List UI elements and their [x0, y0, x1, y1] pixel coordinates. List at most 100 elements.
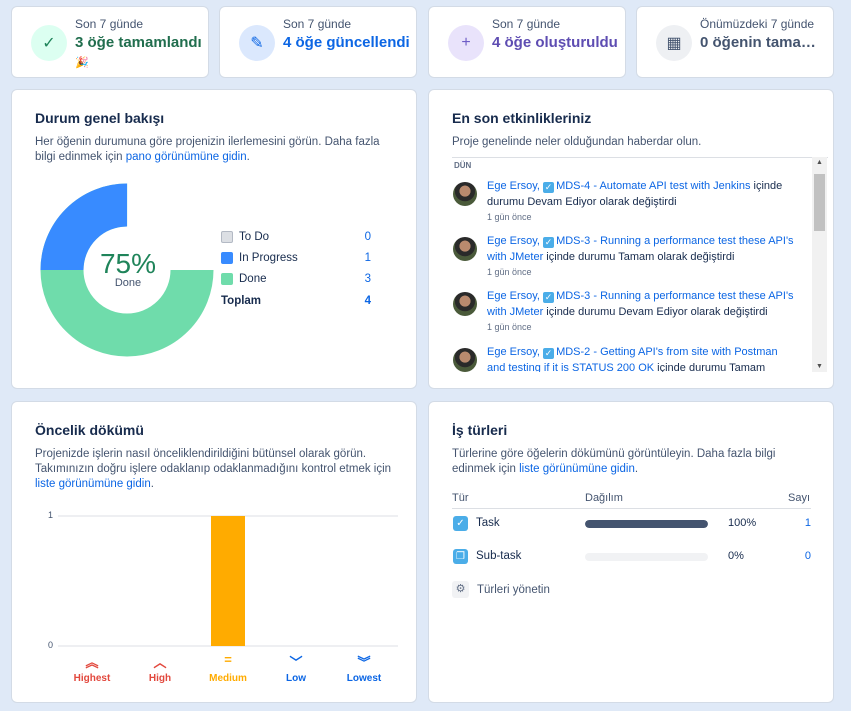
activity-text: Ege Ersoy, ✓ MDS-2 - Getting API's from s… — [487, 344, 797, 372]
avatar[interactable] — [453, 348, 477, 372]
activity-detail: içinde durumu Devam Ediyor olarak değişt… — [543, 306, 768, 318]
gear-icon: ⚙ — [452, 581, 469, 598]
percentage: 100% — [728, 517, 757, 529]
manage-types-button[interactable]: ⚙ Türleri yönetin — [452, 581, 550, 598]
y-tick-label: 0 — [48, 640, 54, 650]
panel-title: Durum genel bakışı — [35, 110, 165, 126]
high-icon: ︿ — [153, 655, 167, 670]
distribution-fill — [585, 520, 708, 528]
panel-title: İş türleri — [452, 422, 508, 438]
stat-value: 4 öğe oluşturuldu — [492, 34, 618, 51]
stat-card-created[interactable]: + Son 7 günde 4 öğe oluşturuldu — [428, 6, 626, 78]
medium-icon: = — [224, 652, 232, 667]
legend-item-done[interactable]: Done 3 — [221, 273, 371, 285]
legend-swatch — [221, 273, 233, 285]
legend-item-in-progress[interactable]: In Progress 1 — [221, 252, 371, 264]
status-overview-panel: Durum genel bakışı Her öğenin durumuna g… — [11, 89, 417, 389]
check-icon: ✓ — [31, 25, 67, 61]
avatar[interactable] — [453, 237, 477, 261]
stat-value: 4 öğe güncellendi — [283, 34, 410, 51]
table-row-task[interactable]: ✓ Task 100% 1 — [452, 514, 811, 534]
scroll-up-arrow-icon[interactable]: ▲ — [812, 159, 827, 166]
manage-types-label: Türleri yönetin — [477, 583, 550, 596]
donut-center-label: Done — [114, 277, 142, 289]
panel-description: Türlerine göre öğelerin dökümünü görüntü… — [452, 447, 812, 477]
list-view-link[interactable]: liste görünümüne gidin — [519, 463, 635, 475]
avatar[interactable] — [453, 182, 477, 206]
task-icon: ✓ — [543, 237, 555, 248]
stat-label: Son 7 günde — [75, 17, 144, 31]
scrollbar-thumb[interactable] — [814, 174, 825, 231]
activity-text: Ege Ersoy, ✓ MDS-3 - Running a performanc… — [487, 233, 797, 265]
activity-scrollbar[interactable]: ▲ ▼ — [812, 157, 827, 372]
stat-label: Önümüzdeki 7 günde — [700, 17, 815, 31]
highest-icon: ︽ — [85, 655, 99, 670]
issue-link[interactable]: MDS-4 - Automate API test with Jenkins — [556, 180, 750, 192]
panel-description: Projenizde işlerin nasıl önceliklendiril… — [35, 447, 405, 492]
activity-text: Ege Ersoy, ✓ MDS-4 - Automate API test wi… — [487, 178, 797, 210]
scroll-down-arrow-icon[interactable]: ▼ — [812, 363, 827, 370]
activity-text: Ege Ersoy, ✓ MDS-3 - Running a performanc… — [487, 288, 797, 320]
timestamp: 1 gün önce — [487, 322, 532, 332]
task-icon: ✓ — [543, 182, 555, 193]
description-end: . — [634, 463, 639, 475]
legend-label: To Do — [239, 231, 270, 243]
type-name: Task — [476, 517, 500, 529]
panel-title: Öncelik dökümü — [35, 422, 144, 438]
stat-label: Son 7 günde — [492, 17, 561, 31]
stat-card-due[interactable]: ▦ Önümüzdeki 7 günde 0 öğenin tamamlanma… — [636, 6, 834, 78]
legend-total: Toplam 4 — [221, 295, 371, 307]
donut-center-percent: 75% — [99, 248, 157, 279]
legend-item-todo[interactable]: To Do 0 — [221, 231, 371, 243]
timestamp: 1 gün önce — [487, 212, 532, 222]
description-end: . — [150, 478, 154, 490]
priority-label-low[interactable]: Low — [266, 673, 326, 684]
legend-label: Done — [239, 273, 267, 285]
priority-breakdown-panel: Öncelik dökümü Projenizde işlerin nasıl … — [11, 401, 417, 703]
party-icon: 🎉 — [75, 57, 89, 69]
description-end: . — [246, 151, 250, 163]
table-row-subtask[interactable]: ❐ Sub-task 0% 0 — [452, 547, 811, 567]
activity-feed[interactable]: DÜN Ege Ersoy, ✓ MDS-4 - Automate API tes… — [452, 157, 828, 372]
legend-swatch — [221, 252, 233, 264]
percentage: 0% — [728, 550, 744, 562]
subtask-icon: ❐ — [453, 549, 468, 564]
task-icon: ✓ — [543, 348, 555, 359]
legend-count[interactable]: 0 — [365, 231, 371, 243]
bar-medium[interactable] — [211, 516, 245, 646]
priority-label-high[interactable]: High — [130, 673, 190, 684]
low-icon: ﹀ — [289, 655, 303, 670]
priority-label-highest[interactable]: Highest — [62, 673, 122, 684]
user-link[interactable]: Ege Ersoy, — [487, 235, 540, 247]
legend-swatch — [221, 231, 233, 243]
count-link[interactable]: 1 — [805, 517, 811, 529]
user-link[interactable]: Ege Ersoy, — [487, 290, 540, 302]
board-view-link[interactable]: pano görünümüne gidin — [126, 151, 247, 163]
stat-value: 3 öğe tamamlandı — [75, 34, 202, 51]
legend-count[interactable]: 3 — [365, 273, 371, 285]
calendar-icon: ▦ — [656, 25, 692, 61]
panel-description: Proje genelinde neler olduğundan haberda… — [452, 136, 702, 148]
priority-bar-chart — [58, 515, 398, 647]
stat-card-completed[interactable]: ✓ Son 7 günde 3 öğe tamamlandı 🎉 — [11, 6, 209, 78]
total-count[interactable]: 4 — [365, 295, 371, 307]
stat-card-updated[interactable]: ✎ Son 7 günde 4 öğe güncellendi — [219, 6, 417, 78]
legend-count[interactable]: 1 — [365, 252, 371, 264]
recent-activity-panel: En son etkinlikleriniz Proje genelinde n… — [428, 89, 834, 389]
total-label: Toplam — [221, 295, 262, 307]
count-link[interactable]: 0 — [805, 550, 811, 562]
user-link[interactable]: Ege Ersoy, — [487, 180, 540, 192]
header-divider — [452, 508, 811, 509]
type-name: Sub-task — [476, 550, 522, 562]
list-view-link[interactable]: liste görünümüne gidin — [35, 478, 151, 490]
priority-label-medium[interactable]: Medium — [198, 673, 258, 684]
legend-label: In Progress — [239, 252, 298, 264]
priority-label-lowest[interactable]: Lowest — [334, 673, 394, 684]
pencil-icon: ✎ — [239, 25, 275, 61]
column-header-distribution: Dağılım — [585, 492, 623, 504]
user-link[interactable]: Ege Ersoy, — [487, 346, 540, 358]
panel-title: En son etkinlikleriniz — [452, 110, 592, 126]
stat-label: Son 7 günde — [283, 17, 352, 31]
distribution-bar — [585, 520, 708, 528]
avatar[interactable] — [453, 292, 477, 316]
